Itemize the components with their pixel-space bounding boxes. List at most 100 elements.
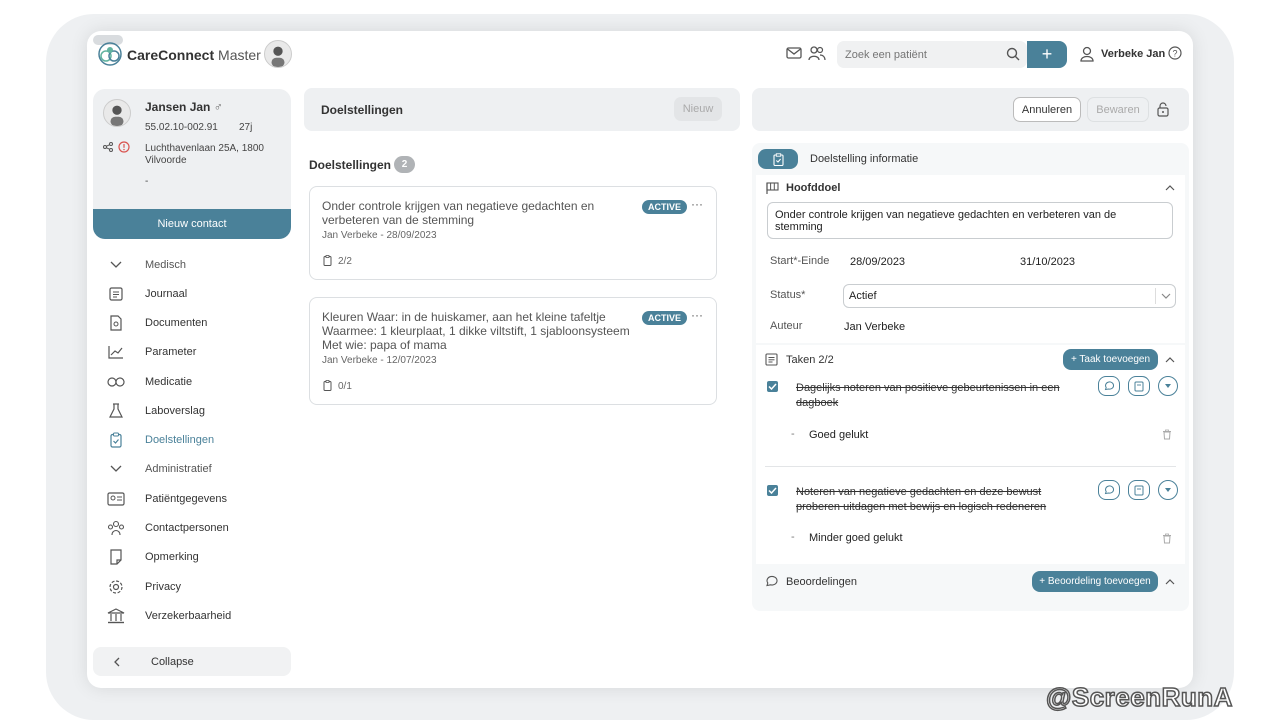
sidebar-item-journaal[interactable]: Journaal <box>107 284 187 304</box>
info-tab-title[interactable]: Doelstelling informatie <box>810 153 918 165</box>
person-icon <box>110 105 124 126</box>
add-review-button[interactable]: + Beoordeling toevoegen <box>1032 571 1158 592</box>
sidebar-item-medisch[interactable]: Medisch <box>107 255 186 275</box>
user-icon[interactable] <box>1080 46 1094 62</box>
header-avatar[interactable] <box>264 40 292 68</box>
comment-button[interactable] <box>1098 376 1120 396</box>
new-contact-button[interactable]: Nieuw contact <box>93 209 291 239</box>
sidebar-item-medicatie[interactable]: Medicatie <box>107 372 192 392</box>
svg-text:?: ? <box>1172 49 1177 59</box>
start-end-label: Start*-Einde <box>770 255 830 267</box>
goal-text-line: verbeteren van de stemming <box>322 213 475 227</box>
patient-extra: - <box>145 176 149 187</box>
chevron-down-icon <box>107 256 125 274</box>
goal-card-1[interactable]: Onder controle krijgen van negatieve ged… <box>309 186 717 280</box>
new-goal-button[interactable]: Nieuw <box>674 97 722 121</box>
task-dropdown-button[interactable] <box>1158 480 1178 500</box>
task-text: Dagelijks noteren van positieve gebeurte… <box>796 381 1060 411</box>
sidebar-item-administratief[interactable]: Administratief <box>107 459 212 479</box>
app-name-suffix: Master <box>218 47 261 63</box>
sidebar-item-parameter[interactable]: Parameter <box>107 342 196 362</box>
patient-age: 27j <box>239 122 253 133</box>
lock-icon[interactable] <box>1156 102 1170 117</box>
main-goal-title: Hoofddoel <box>786 182 841 194</box>
status-badge: ACTIVE <box>642 311 688 325</box>
sidebar-item-documenten[interactable]: Documenten <box>107 313 207 333</box>
chevron-up-icon[interactable] <box>1165 578 1175 585</box>
mail-icon[interactable] <box>786 46 802 60</box>
share-icon[interactable] <box>103 142 113 152</box>
comment-icon <box>1104 381 1114 391</box>
users-icon[interactable] <box>808 45 826 61</box>
note-button[interactable] <box>1128 376 1150 396</box>
more-options-icon[interactable]: ··· <box>691 308 703 322</box>
task-checkbox[interactable] <box>767 381 778 392</box>
comment-icon <box>1104 485 1114 495</box>
sidebar-item-doelstellingen[interactable]: Doelstellingen <box>107 430 214 450</box>
top-header: CareConnect Master + Verbeke J <box>87 31 1193 77</box>
add-task-button[interactable]: + Taak toevoegen <box>1063 349 1158 370</box>
help-icon[interactable]: ? <box>1168 46 1182 60</box>
sidebar-item-verzekerbaarheid[interactable]: Verzekerbaarheid <box>107 606 231 626</box>
caret-down-icon <box>1165 384 1171 388</box>
app-window: CareConnect Master + Verbeke J <box>87 31 1193 688</box>
comment-button[interactable] <box>1098 480 1120 500</box>
sidebar-item-label: Laboverslag <box>145 405 205 417</box>
note-button[interactable] <box>1128 480 1150 500</box>
result-dash: - <box>791 531 795 543</box>
start-date-input[interactable]: 28/09/2023 <box>850 256 905 268</box>
app-name: CareConnect Master <box>127 47 261 63</box>
info-tab-icon-wrap[interactable] <box>758 149 798 169</box>
journal-icon <box>107 285 125 303</box>
chevron-up-icon[interactable] <box>1165 356 1175 363</box>
patient-address: Luchthavenlaan 25A, 1800 Vilvoorde <box>145 143 264 167</box>
trash-icon[interactable] <box>1162 533 1172 544</box>
goal-text: Onder controle krijgen van negatieve ged… <box>322 199 594 227</box>
patient-id: 55.02.10-002.91 <box>145 122 218 133</box>
user-name[interactable]: Verbeke Jan <box>1101 48 1165 60</box>
task-text-line: proberen uitdagen met bewijs en logisch … <box>796 501 1047 513</box>
trash-icon[interactable] <box>1162 429 1172 440</box>
search-input[interactable] <box>837 41 1027 68</box>
chevron-down-icon <box>107 460 125 478</box>
task-checkbox[interactable] <box>767 485 778 496</box>
goal-card-2[interactable]: Kleuren Waar: in de huiskamer, aan het k… <box>309 297 717 405</box>
add-patient-button[interactable]: + <box>1027 41 1067 68</box>
cancel-button[interactable]: Annuleren <box>1013 97 1081 122</box>
note-icon <box>1134 381 1144 391</box>
author-label: Auteur <box>770 320 803 332</box>
flag-icon <box>766 182 779 194</box>
clipboard-icon <box>323 380 332 391</box>
document-icon <box>107 314 125 332</box>
sidebar-item-label: Parameter <box>145 346 197 358</box>
task-result: Goed gelukt <box>809 429 869 441</box>
sidebar-item-privacy[interactable]: Privacy <box>107 577 181 597</box>
clipboard-icon <box>323 255 332 266</box>
check-icon <box>768 487 777 494</box>
alert-icon[interactable] <box>118 141 130 153</box>
sidebar-item-opmerking[interactable]: Opmerking <box>107 547 199 567</box>
app-name-main: CareConnect <box>127 47 215 63</box>
task-dropdown-button[interactable] <box>1158 376 1178 396</box>
goal-text: Kleuren Waar: in de huiskamer, aan het k… <box>322 310 630 352</box>
sidebar-item-patientgegevens[interactable]: Patiëntgegevens <box>107 489 227 509</box>
watermark-text: @ScreenRunA <box>1045 681 1233 713</box>
main-goal-textarea[interactable]: Onder controle krijgen van negatieve ged… <box>767 202 1173 239</box>
status-select[interactable]: Actief <box>843 284 1176 308</box>
chevron-down-icon <box>1161 293 1171 299</box>
gear-icon <box>107 578 125 596</box>
search-icon[interactable] <box>1006 47 1020 61</box>
more-options-icon[interactable]: ··· <box>691 197 703 211</box>
sidebar-item-label: Opmerking <box>145 551 199 563</box>
sidebar-item-label: Administratief <box>145 463 212 475</box>
chevron-up-icon[interactable] <box>1165 184 1175 191</box>
sidebar-item-laboverslag[interactable]: Laboverslag <box>107 401 205 421</box>
sidebar-item-contactpersonen[interactable]: Contactpersonen <box>107 518 229 538</box>
collapse-button[interactable]: Collapse <box>93 647 291 676</box>
note-icon <box>1134 485 1144 495</box>
collapse-label: Collapse <box>151 655 194 668</box>
sidebar-item-label: Documenten <box>145 317 208 329</box>
end-date-input[interactable]: 31/10/2023 <box>1020 256 1075 268</box>
gender-icon: ♂ <box>213 100 223 114</box>
save-button[interactable]: Bewaren <box>1087 97 1149 122</box>
